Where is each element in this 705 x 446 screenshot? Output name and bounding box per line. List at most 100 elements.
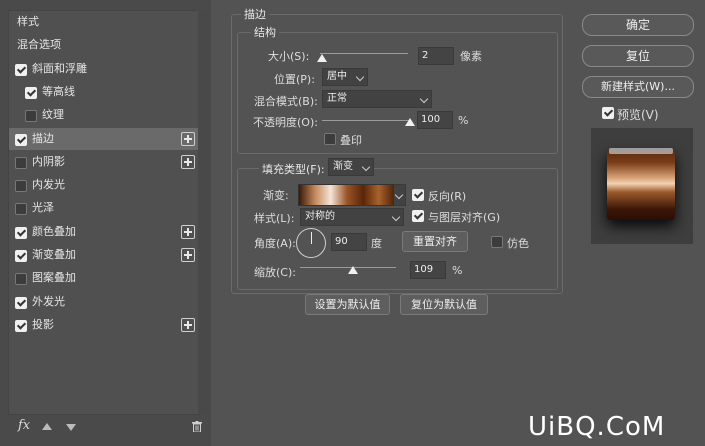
sidebar-item-checkbox[interactable] (25, 110, 37, 123)
sidebar-item[interactable]: 投影 (9, 314, 199, 336)
sidebar-item-label: 内发光 (32, 178, 65, 192)
opacity-unit: % (458, 114, 469, 127)
position-label: 位置(P): (274, 73, 315, 86)
style-select[interactable]: 对称的 (300, 208, 404, 226)
opacity-slider-thumb[interactable] (405, 118, 415, 126)
sidebar-item[interactable]: 光泽 (9, 197, 199, 219)
chevron-down-icon (355, 72, 365, 82)
preview-checkbox[interactable] (602, 107, 614, 119)
preview-label: 预览(V) (617, 108, 659, 122)
structure-title: 结构 (251, 24, 279, 40)
sidebar-item[interactable]: 等高线 (9, 81, 199, 103)
sidebar-item-label: 光泽 (32, 201, 54, 215)
blend-mode-value: 正常 (327, 93, 347, 104)
gradient-label: 渐变: (263, 189, 289, 202)
sidebar-item-label: 渐变叠加 (32, 248, 76, 261)
chevron-down-icon (419, 94, 429, 104)
sidebar-item[interactable]: 图案叠加 (9, 267, 199, 289)
scale-label: 缩放(C): (254, 266, 296, 279)
fill-type-select[interactable]: 渐变 (328, 158, 374, 176)
chevron-down-icon (361, 162, 371, 172)
angle-unit: 度 (371, 237, 382, 250)
preview-shape (607, 150, 675, 220)
reset-align-button[interactable]: 重置对齐 (402, 231, 468, 252)
gradient-dropdown[interactable] (394, 184, 406, 206)
sidebar-item-label: 外发光 (32, 294, 65, 308)
angle-input[interactable]: 90 (331, 233, 367, 251)
size-input[interactable]: 2 (418, 47, 454, 65)
sidebar-item[interactable]: 颜色叠加 (9, 221, 199, 243)
reset-default-button[interactable]: 复位为默认值 (400, 294, 488, 315)
sidebar-item[interactable]: 混合选项 (9, 34, 199, 56)
sidebar-item-label: 描边 (32, 131, 54, 145)
chevron-down-icon (394, 190, 404, 200)
reverse-label: 反向(R) (428, 190, 467, 203)
dither-checkbox[interactable] (491, 236, 503, 248)
align-with-layer-checkbox[interactable] (412, 210, 424, 222)
scale-slider-thumb[interactable] (347, 266, 358, 274)
chevron-down-icon (391, 212, 401, 222)
add-icon[interactable] (181, 224, 195, 239)
sidebar-item-checkbox[interactable] (15, 296, 27, 309)
sidebar-item[interactable]: 内发光 (9, 174, 199, 196)
sidebar-item-label: 图案叠加 (32, 271, 76, 285)
overprint-label: 叠印 (340, 134, 362, 147)
sidebar-item-checkbox[interactable] (15, 273, 27, 286)
opacity-input[interactable]: 100 (417, 111, 453, 129)
blend-mode-select[interactable]: 正常 (322, 90, 432, 108)
fx-icon[interactable]: fx (18, 418, 30, 433)
sidebar-item[interactable]: 样式 (9, 11, 199, 33)
add-icon[interactable] (181, 154, 195, 169)
sidebar-item-label: 混合选项 (17, 38, 61, 52)
reset-button[interactable]: 复位 (582, 45, 694, 67)
sidebar-item-label: 斜面和浮雕 (32, 61, 87, 75)
sidebar-item-checkbox[interactable] (15, 156, 27, 169)
opacity-slider-track[interactable] (322, 120, 410, 121)
overprint-checkbox[interactable] (324, 133, 336, 145)
sidebar-item-checkbox[interactable] (15, 319, 27, 332)
angle-dial[interactable] (296, 228, 326, 258)
style-value: 对称的 (305, 211, 335, 222)
sidebar-item[interactable]: 斜面和浮雕 (9, 58, 199, 80)
sidebar-item[interactable]: 渐变叠加 (9, 244, 199, 266)
position-select[interactable]: 居中 (322, 68, 368, 86)
add-icon[interactable] (181, 131, 195, 146)
sidebar-item[interactable]: 外发光 (9, 291, 199, 313)
sidebar-item[interactable]: 内阴影 (9, 151, 199, 173)
reverse-checkbox[interactable] (412, 189, 424, 201)
new-style-button[interactable]: 新建样式(W)... (582, 76, 694, 98)
trash-icon[interactable] (192, 421, 202, 433)
scale-input[interactable]: 109 (410, 261, 446, 279)
size-slider-track[interactable] (320, 53, 408, 54)
stroke-title: 描边 (241, 6, 269, 22)
sidebar-item-checkbox[interactable] (15, 133, 27, 146)
sidebar-item-label: 内阴影 (32, 154, 65, 168)
sidebar-item[interactable]: 纹理 (9, 104, 199, 126)
ok-button[interactable]: 确定 (582, 14, 694, 36)
position-value: 居中 (327, 71, 347, 82)
styles-scrollbar[interactable] (198, 10, 210, 413)
move-up-icon[interactable] (42, 423, 52, 430)
sidebar-item-checkbox[interactable] (15, 63, 27, 76)
fill-type-value: 渐变 (333, 161, 353, 172)
sidebar-item-label: 纹理 (42, 108, 64, 122)
sidebar-item-checkbox[interactable] (15, 180, 27, 193)
fill-type-label: 填充类型(F): (259, 161, 328, 177)
watermark: UiBQ.CoM (528, 412, 666, 442)
add-icon[interactable] (181, 317, 195, 332)
style-label: 样式(L): (254, 212, 295, 225)
sidebar-item[interactable]: 描边 (9, 127, 199, 150)
sidebar-item-label: 等高线 (42, 84, 75, 98)
set-default-button[interactable]: 设置为默认值 (305, 294, 390, 315)
move-down-icon[interactable] (66, 424, 76, 431)
gradient-swatch[interactable] (298, 184, 396, 206)
sidebar-item-checkbox[interactable] (15, 250, 27, 262)
preview-shape-top (609, 148, 673, 154)
size-slider-thumb[interactable] (317, 54, 327, 62)
sidebar-item-checkbox[interactable] (15, 226, 27, 239)
sidebar-item-checkbox[interactable] (15, 203, 27, 216)
angle-label: 角度(A): (254, 237, 296, 250)
opacity-label: 不透明度(O): (253, 116, 318, 129)
add-icon[interactable] (181, 248, 195, 262)
sidebar-item-checkbox[interactable] (25, 86, 37, 99)
